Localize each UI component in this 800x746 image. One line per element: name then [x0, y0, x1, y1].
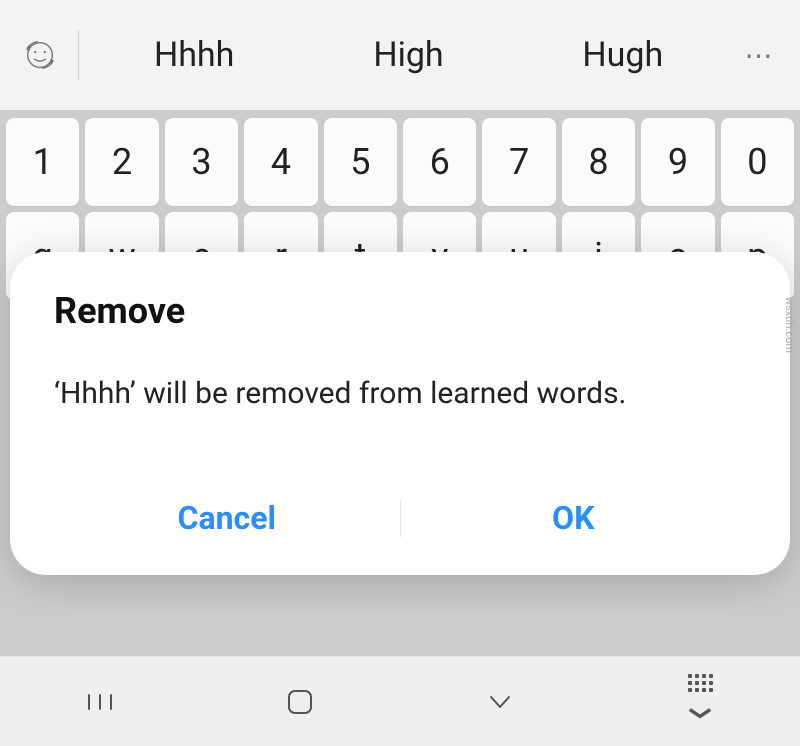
key-1[interactable]: 1 [6, 118, 79, 206]
home-icon [283, 685, 317, 719]
divider [78, 30, 79, 80]
key-6[interactable]: 6 [403, 118, 476, 206]
more-suggestions-button[interactable]: ⋯ [730, 20, 790, 90]
ok-button[interactable]: OK [401, 489, 747, 547]
suggestion-bar: Hhhh High Hugh ⋯ [0, 0, 800, 110]
number-row: 1 2 3 4 5 6 7 8 9 0 [0, 118, 800, 206]
recents-icon [83, 685, 117, 719]
back-chevron-icon [483, 685, 517, 719]
dialog-title: Remove [54, 290, 746, 332]
home-button[interactable] [260, 672, 340, 732]
back-button[interactable] [460, 672, 540, 732]
navigation-bar [0, 656, 800, 746]
emoji-picker-button[interactable] [10, 20, 70, 90]
key-9[interactable]: 9 [641, 118, 714, 206]
dialog-message: ‘Hhhh’ will be removed from learned word… [54, 376, 746, 411]
hide-keyboard-icon [683, 674, 717, 730]
key-4[interactable]: 4 [244, 118, 317, 206]
key-8[interactable]: 8 [562, 118, 635, 206]
key-3[interactable]: 3 [165, 118, 238, 206]
suggestion-2[interactable]: High [301, 35, 515, 75]
cancel-button[interactable]: Cancel [54, 489, 400, 547]
remove-word-dialog: Remove ‘Hhhh’ will be removed from learn… [10, 252, 790, 575]
emoji-refresh-icon [21, 36, 59, 74]
key-7[interactable]: 7 [482, 118, 555, 206]
key-2[interactable]: 2 [85, 118, 158, 206]
recents-button[interactable] [60, 672, 140, 732]
suggestion-3[interactable]: Hugh [516, 35, 730, 75]
dialog-actions: Cancel OK [54, 489, 746, 547]
key-5[interactable]: 5 [324, 118, 397, 206]
hide-keyboard-button[interactable] [660, 672, 740, 732]
watermark: wsxdn.com [783, 297, 796, 353]
key-0[interactable]: 0 [721, 118, 794, 206]
suggestion-1[interactable]: Hhhh [87, 35, 301, 75]
